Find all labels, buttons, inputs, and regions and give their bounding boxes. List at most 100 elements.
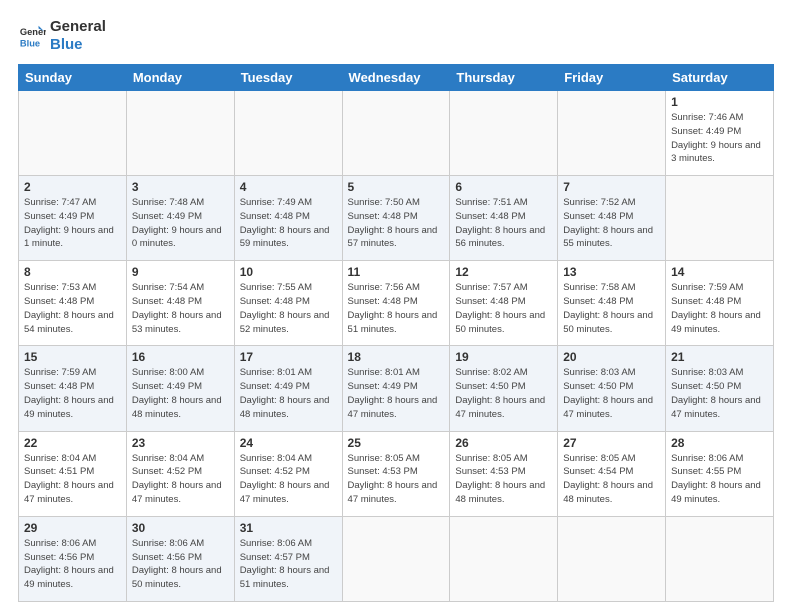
calendar-cell: 3 Sunrise: 7:48 AM Sunset: 4:49 PM Dayli…	[126, 176, 234, 261]
sunrise-label: Sunrise: 8:02 AM	[455, 367, 527, 378]
sunrise-label: Sunrise: 8:06 AM	[132, 538, 204, 549]
daylight-label: Daylight: 9 hours and 3 minutes.	[671, 140, 761, 165]
calendar-cell	[558, 516, 666, 601]
calendar-cell	[126, 91, 234, 176]
week-row-2: 2 Sunrise: 7:47 AM Sunset: 4:49 PM Dayli…	[19, 176, 774, 261]
svg-text:General: General	[20, 27, 46, 37]
week-row-4: 15 Sunrise: 7:59 AM Sunset: 4:48 PM Dayl…	[19, 346, 774, 431]
sunrise-label: Sunrise: 7:57 AM	[455, 282, 527, 293]
day-header-saturday: Saturday	[666, 65, 774, 91]
week-row-5: 22 Sunrise: 8:04 AM Sunset: 4:51 PM Dayl…	[19, 431, 774, 516]
day-number: 24	[240, 436, 337, 450]
sunrise-label: Sunrise: 8:04 AM	[240, 453, 312, 464]
calendar-cell	[666, 176, 774, 261]
calendar-cell: 24 Sunrise: 8:04 AM Sunset: 4:52 PM Dayl…	[234, 431, 342, 516]
calendar-cell: 15 Sunrise: 7:59 AM Sunset: 4:48 PM Dayl…	[19, 346, 127, 431]
calendar-cell: 22 Sunrise: 8:04 AM Sunset: 4:51 PM Dayl…	[19, 431, 127, 516]
day-info: Sunrise: 8:06 AM Sunset: 4:57 PM Dayligh…	[240, 537, 337, 592]
calendar-cell	[234, 91, 342, 176]
sunset-label: Sunset: 4:48 PM	[671, 296, 741, 307]
sunset-label: Sunset: 4:49 PM	[240, 381, 310, 392]
svg-text:Blue: Blue	[20, 38, 40, 48]
daylight-label: Daylight: 8 hours and 55 minutes.	[563, 225, 653, 250]
day-number: 15	[24, 350, 121, 364]
calendar-cell: 2 Sunrise: 7:47 AM Sunset: 4:49 PM Dayli…	[19, 176, 127, 261]
calendar-cell: 4 Sunrise: 7:49 AM Sunset: 4:48 PM Dayli…	[234, 176, 342, 261]
calendar-cell: 17 Sunrise: 8:01 AM Sunset: 4:49 PM Dayl…	[234, 346, 342, 431]
calendar-cell	[342, 91, 450, 176]
sunset-label: Sunset: 4:48 PM	[348, 211, 418, 222]
sunrise-label: Sunrise: 8:00 AM	[132, 367, 204, 378]
sunset-label: Sunset: 4:48 PM	[24, 296, 94, 307]
sunset-label: Sunset: 4:48 PM	[240, 211, 310, 222]
calendar-cell: 28 Sunrise: 8:06 AM Sunset: 4:55 PM Dayl…	[666, 431, 774, 516]
daylight-label: Daylight: 9 hours and 0 minutes.	[132, 225, 222, 250]
week-row-1: 1 Sunrise: 7:46 AM Sunset: 4:49 PM Dayli…	[19, 91, 774, 176]
day-header-thursday: Thursday	[450, 65, 558, 91]
calendar-cell: 13 Sunrise: 7:58 AM Sunset: 4:48 PM Dayl…	[558, 261, 666, 346]
header: General Blue General Blue	[18, 18, 774, 54]
sunrise-label: Sunrise: 7:55 AM	[240, 282, 312, 293]
sunset-label: Sunset: 4:50 PM	[563, 381, 633, 392]
sunset-label: Sunset: 4:52 PM	[132, 466, 202, 477]
day-info: Sunrise: 8:06 AM Sunset: 4:56 PM Dayligh…	[132, 537, 229, 592]
daylight-label: Daylight: 8 hours and 49 minutes.	[24, 395, 114, 420]
calendar-cell	[666, 516, 774, 601]
sunset-label: Sunset: 4:56 PM	[132, 552, 202, 563]
day-number: 2	[24, 180, 121, 194]
sunset-label: Sunset: 4:49 PM	[132, 211, 202, 222]
day-number: 28	[671, 436, 768, 450]
calendar-cell: 19 Sunrise: 8:02 AM Sunset: 4:50 PM Dayl…	[450, 346, 558, 431]
sunrise-label: Sunrise: 7:54 AM	[132, 282, 204, 293]
day-info: Sunrise: 8:06 AM Sunset: 4:56 PM Dayligh…	[24, 537, 121, 592]
daylight-label: Daylight: 8 hours and 47 minutes.	[240, 480, 330, 505]
calendar-cell: 29 Sunrise: 8:06 AM Sunset: 4:56 PM Dayl…	[19, 516, 127, 601]
sunrise-label: Sunrise: 8:05 AM	[455, 453, 527, 464]
sunset-label: Sunset: 4:48 PM	[455, 211, 525, 222]
day-number: 14	[671, 265, 768, 279]
day-info: Sunrise: 8:06 AM Sunset: 4:55 PM Dayligh…	[671, 452, 768, 507]
daylight-label: Daylight: 8 hours and 47 minutes.	[671, 395, 761, 420]
day-info: Sunrise: 7:49 AM Sunset: 4:48 PM Dayligh…	[240, 196, 337, 251]
days-header-row: SundayMondayTuesdayWednesdayThursdayFrid…	[19, 65, 774, 91]
day-number: 13	[563, 265, 660, 279]
sunrise-label: Sunrise: 8:03 AM	[563, 367, 635, 378]
sunrise-label: Sunrise: 7:53 AM	[24, 282, 96, 293]
day-number: 3	[132, 180, 229, 194]
day-number: 22	[24, 436, 121, 450]
sunset-label: Sunset: 4:49 PM	[671, 126, 741, 137]
calendar-cell: 8 Sunrise: 7:53 AM Sunset: 4:48 PM Dayli…	[19, 261, 127, 346]
day-number: 6	[455, 180, 552, 194]
day-info: Sunrise: 8:05 AM Sunset: 4:53 PM Dayligh…	[455, 452, 552, 507]
day-header-sunday: Sunday	[19, 65, 127, 91]
daylight-label: Daylight: 8 hours and 51 minutes.	[348, 310, 438, 335]
calendar-cell	[342, 516, 450, 601]
sunset-label: Sunset: 4:53 PM	[455, 466, 525, 477]
sunrise-label: Sunrise: 7:46 AM	[671, 112, 743, 123]
daylight-label: Daylight: 8 hours and 50 minutes.	[563, 310, 653, 335]
sunset-label: Sunset: 4:49 PM	[132, 381, 202, 392]
day-number: 27	[563, 436, 660, 450]
day-number: 29	[24, 521, 121, 535]
daylight-label: Daylight: 8 hours and 50 minutes.	[132, 565, 222, 590]
day-info: Sunrise: 7:46 AM Sunset: 4:49 PM Dayligh…	[671, 111, 768, 166]
day-info: Sunrise: 8:04 AM Sunset: 4:52 PM Dayligh…	[240, 452, 337, 507]
calendar-cell: 14 Sunrise: 7:59 AM Sunset: 4:48 PM Dayl…	[666, 261, 774, 346]
page: General Blue General Blue SundayMondayTu…	[0, 0, 792, 612]
day-header-tuesday: Tuesday	[234, 65, 342, 91]
sunset-label: Sunset: 4:57 PM	[240, 552, 310, 563]
daylight-label: Daylight: 8 hours and 48 minutes.	[563, 480, 653, 505]
calendar-cell: 30 Sunrise: 8:06 AM Sunset: 4:56 PM Dayl…	[126, 516, 234, 601]
sunrise-label: Sunrise: 7:51 AM	[455, 197, 527, 208]
daylight-label: Daylight: 8 hours and 56 minutes.	[455, 225, 545, 250]
daylight-label: Daylight: 8 hours and 47 minutes.	[348, 480, 438, 505]
sunrise-label: Sunrise: 8:05 AM	[563, 453, 635, 464]
calendar-cell: 5 Sunrise: 7:50 AM Sunset: 4:48 PM Dayli…	[342, 176, 450, 261]
day-info: Sunrise: 7:54 AM Sunset: 4:48 PM Dayligh…	[132, 281, 229, 336]
calendar-cell: 1 Sunrise: 7:46 AM Sunset: 4:49 PM Dayli…	[666, 91, 774, 176]
day-number: 9	[132, 265, 229, 279]
day-header-friday: Friday	[558, 65, 666, 91]
day-info: Sunrise: 8:03 AM Sunset: 4:50 PM Dayligh…	[671, 366, 768, 421]
day-info: Sunrise: 7:59 AM Sunset: 4:48 PM Dayligh…	[671, 281, 768, 336]
calendar-cell: 20 Sunrise: 8:03 AM Sunset: 4:50 PM Dayl…	[558, 346, 666, 431]
